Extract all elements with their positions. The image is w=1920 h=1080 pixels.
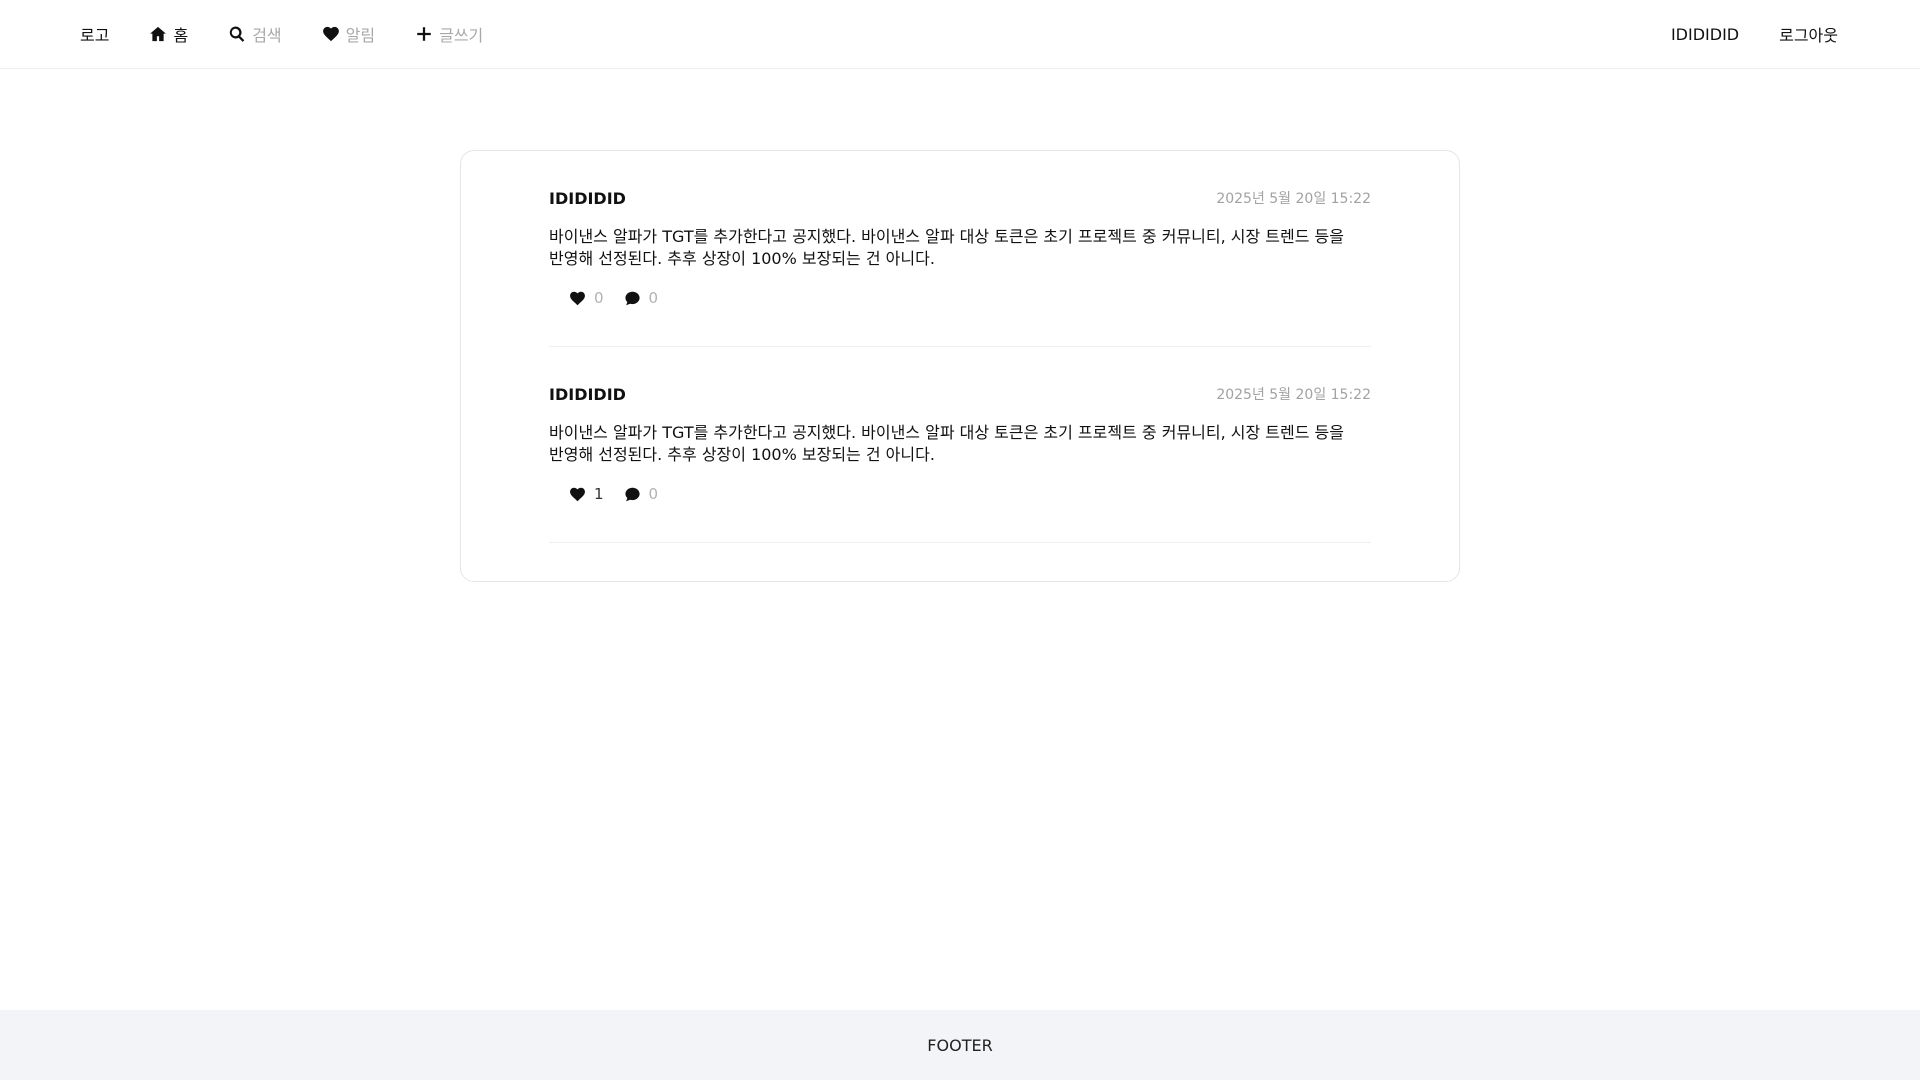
- logo-link[interactable]: 로고: [80, 22, 109, 46]
- like-button[interactable]: 0: [569, 289, 604, 307]
- nav-home-label: 홈: [173, 26, 189, 45]
- post-author[interactable]: IDIDIDID: [549, 189, 626, 208]
- nav-left: 로고 홈 검색 알림 글쓰기: [80, 22, 483, 46]
- post-author[interactable]: IDIDIDID: [549, 385, 626, 404]
- username-text: IDIDIDID: [1670, 24, 1740, 44]
- logout-button[interactable]: 로그아웃: [1779, 22, 1838, 46]
- search-icon: [228, 25, 246, 43]
- post-item[interactable]: IDIDIDID 2025년 5월 20일 15:22 바이낸스 알파가 TGT…: [549, 151, 1371, 347]
- nav-write[interactable]: 글쓰기: [415, 22, 483, 46]
- post-header: IDIDIDID 2025년 5월 20일 15:22: [549, 188, 1371, 208]
- comment-count: 0: [648, 289, 659, 307]
- logo-text: 로고: [80, 26, 110, 45]
- footer-text: FOOTER: [927, 1035, 993, 1055]
- heart-icon: [322, 25, 340, 43]
- nav-notifications-label: 알림: [345, 26, 376, 45]
- plus-icon: [415, 25, 433, 43]
- comment-button[interactable]: 0: [624, 485, 659, 503]
- nav-notifications[interactable]: 알림: [322, 22, 375, 46]
- home-icon: [149, 25, 167, 43]
- comment-icon: [624, 291, 640, 305]
- nav-search-label: 검색: [252, 26, 282, 45]
- comment-button[interactable]: 0: [624, 289, 659, 307]
- post-content: 바이낸스 알파가 TGT를 추가한다고 공지했다. 바이낸스 알파 대상 토큰은…: [549, 423, 1344, 464]
- nav-search[interactable]: 검색: [228, 22, 282, 46]
- like-button[interactable]: 1: [569, 485, 604, 503]
- top-nav: 로고 홈 검색 알림 글쓰기 IDIDIDID 로그아웃: [0, 0, 1920, 69]
- comment-count: 0: [648, 485, 659, 503]
- post-content: 바이낸스 알파가 TGT를 추가한다고 공지했다. 바이낸스 알파 대상 토큰은…: [549, 227, 1344, 268]
- post-date: 2025년 5월 20일 15:22: [1216, 191, 1371, 207]
- post-actions: 1 0: [569, 485, 658, 503]
- page: 로고 홈 검색 알림 글쓰기 IDIDIDID 로그아웃 IDIDIDID 20…: [0, 0, 1920, 1080]
- post-header: IDIDIDID 2025년 5월 20일 15:22: [549, 384, 1371, 404]
- like-count: 1: [594, 485, 604, 503]
- nav-write-label: 글쓰기: [439, 26, 484, 45]
- feed-card: IDIDIDID 2025년 5월 20일 15:22 바이낸스 알파가 TGT…: [460, 150, 1460, 582]
- post-item[interactable]: IDIDIDID 2025년 5월 20일 15:22 바이낸스 알파가 TGT…: [549, 347, 1371, 543]
- footer: FOOTER: [0, 1010, 1920, 1080]
- post-date: 2025년 5월 20일 15:22: [1216, 387, 1371, 403]
- logout-label: 로그아웃: [1779, 26, 1838, 45]
- post-actions: 0 0: [569, 289, 658, 307]
- heart-icon: [570, 291, 585, 305]
- username-link[interactable]: IDIDIDID: [1671, 25, 1739, 44]
- comment-icon: [624, 487, 640, 501]
- nav-right: IDIDIDID 로그아웃: [1671, 22, 1840, 46]
- like-count: 0: [594, 289, 604, 307]
- heart-icon: [570, 487, 585, 501]
- nav-home[interactable]: 홈: [149, 22, 188, 46]
